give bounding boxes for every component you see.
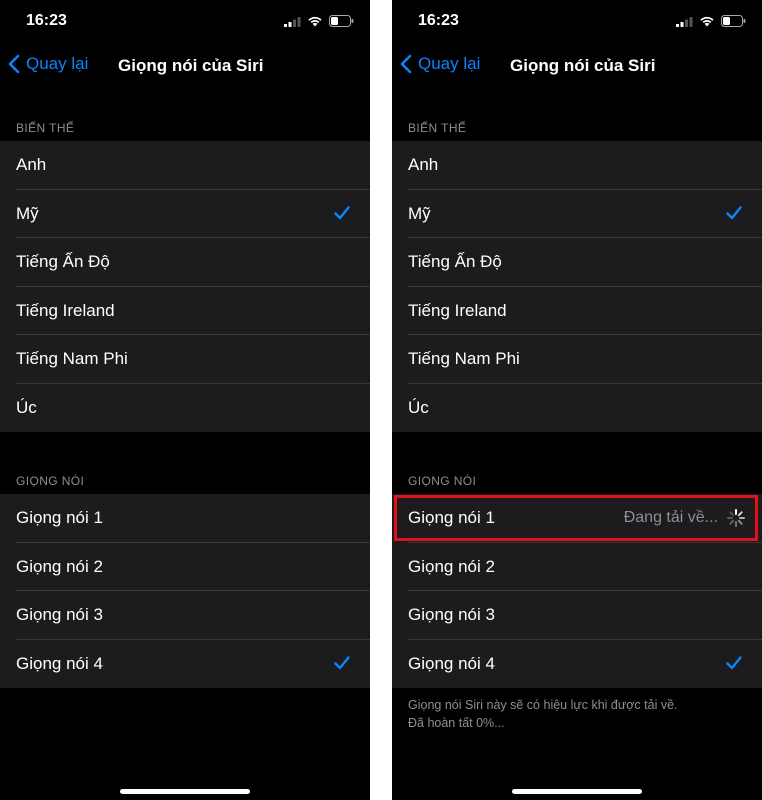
voice-label: Giọng nói 1 bbox=[16, 508, 103, 527]
variant-label: Tiếng Ireland bbox=[16, 300, 115, 320]
variant-label: Tiếng Ấn Độ bbox=[16, 252, 110, 271]
download-footer-note: Giọng nói Siri này sẽ có hiệu lực khi đư… bbox=[408, 696, 728, 732]
phone-screen-before: 16:23 Quay lại Giọng nói của Siri BIẾN T… bbox=[0, 0, 370, 800]
variant-row-my[interactable]: Mỹ bbox=[0, 190, 370, 238]
variant-row-uc[interactable]: Úc bbox=[0, 384, 370, 433]
variant-label: Úc bbox=[16, 397, 37, 417]
variant-row-my[interactable]: Mỹ bbox=[392, 190, 762, 238]
variant-row-nam-phi[interactable]: Tiếng Nam Phi bbox=[0, 335, 370, 384]
voice-row-2[interactable]: Giọng nói 2 bbox=[392, 543, 762, 591]
chevron-left-icon bbox=[400, 54, 412, 74]
variant-label: Anh bbox=[408, 155, 439, 174]
voice-row-2[interactable]: Giọng nói 2 bbox=[0, 543, 370, 591]
wifi-icon bbox=[308, 16, 322, 27]
variant-row-anh[interactable]: Anh bbox=[392, 141, 762, 190]
checkmark-icon bbox=[726, 655, 742, 669]
cellular-signal-icon bbox=[676, 16, 693, 27]
voice-row-3[interactable]: Giọng nói 3 bbox=[392, 591, 762, 640]
phone-screen-downloading: 16:23 Quay lại Giọng nói của Siri BIẾN T… bbox=[392, 0, 762, 800]
variant-label: Mỹ bbox=[408, 203, 431, 223]
variant-label: Tiếng Ireland bbox=[408, 300, 507, 320]
checkmark-icon bbox=[334, 205, 350, 219]
variant-row-nam-phi[interactable]: Tiếng Nam Phi bbox=[392, 335, 762, 384]
variant-label: Úc bbox=[408, 397, 429, 417]
variants-section-header: BIẾN THỂ bbox=[408, 121, 467, 135]
variant-label: Tiếng Ấn Độ bbox=[408, 252, 502, 271]
voice-label: Giọng nói 4 bbox=[16, 653, 103, 673]
variant-row-uc[interactable]: Úc bbox=[392, 384, 762, 433]
footer-note-line-2: Đã hoàn tất 0%... bbox=[408, 716, 505, 730]
navigation-bar: Quay lại Giọng nói của Siri bbox=[392, 44, 762, 88]
back-button-label: Quay lại bbox=[418, 54, 481, 73]
voices-list: Giọng nói 1 Giọng nói 2 Giọng nói 3 Giọn… bbox=[0, 494, 370, 688]
wifi-icon bbox=[700, 16, 714, 27]
footer-note-line-1: Giọng nói Siri này sẽ có hiệu lực khi đư… bbox=[408, 698, 678, 712]
back-button-label: Quay lại bbox=[26, 54, 89, 73]
variant-label: Tiếng Nam Phi bbox=[408, 349, 520, 368]
variant-row-an-do[interactable]: Tiếng Ấn Độ bbox=[392, 238, 762, 287]
cellular-signal-icon bbox=[284, 16, 301, 27]
back-button[interactable]: Quay lại bbox=[400, 54, 480, 74]
back-button[interactable]: Quay lại bbox=[8, 54, 88, 74]
chevron-left-icon bbox=[8, 54, 20, 74]
voice-label: Giọng nói 3 bbox=[16, 605, 103, 624]
page-title: Giọng nói của Siri bbox=[510, 56, 656, 75]
home-indicator[interactable] bbox=[512, 789, 642, 794]
checkmark-icon bbox=[334, 655, 350, 669]
voice-label: Giọng nói 4 bbox=[408, 653, 495, 673]
variant-label: Mỹ bbox=[16, 203, 39, 223]
variant-row-anh[interactable]: Anh bbox=[0, 141, 370, 190]
highlight-box bbox=[394, 495, 758, 541]
variant-label: Anh bbox=[16, 155, 47, 174]
home-indicator[interactable] bbox=[120, 789, 250, 794]
voice-row-1[interactable]: Giọng nói 1 bbox=[0, 494, 370, 543]
status-time: 16:23 bbox=[26, 12, 67, 29]
page-title: Giọng nói của Siri bbox=[118, 56, 264, 75]
variants-section-header: BIẾN THỂ bbox=[16, 121, 75, 135]
status-bar: 16:23 bbox=[0, 0, 370, 44]
battery-icon bbox=[329, 15, 354, 27]
battery-icon bbox=[721, 15, 746, 27]
variant-row-an-do[interactable]: Tiếng Ấn Độ bbox=[0, 238, 370, 287]
status-time: 16:23 bbox=[418, 12, 459, 29]
variants-list: Anh Mỹ Tiếng Ấn Độ Tiếng Ireland Tiếng N… bbox=[0, 141, 370, 432]
voice-label: Giọng nói 2 bbox=[16, 556, 103, 576]
checkmark-icon bbox=[726, 205, 742, 219]
voice-label: Giọng nói 3 bbox=[408, 605, 495, 624]
voice-row-4[interactable]: Giọng nói 4 bbox=[0, 640, 370, 689]
variant-row-ireland[interactable]: Tiếng Ireland bbox=[0, 287, 370, 335]
variant-label: Tiếng Nam Phi bbox=[16, 349, 128, 368]
voices-section-header: GIỌNG NÓI bbox=[408, 474, 477, 488]
variant-row-ireland[interactable]: Tiếng Ireland bbox=[392, 287, 762, 335]
status-bar: 16:23 bbox=[392, 0, 762, 44]
voice-label: Giọng nói 2 bbox=[408, 556, 495, 576]
voice-row-3[interactable]: Giọng nói 3 bbox=[0, 591, 370, 640]
navigation-bar: Quay lại Giọng nói của Siri bbox=[0, 44, 370, 88]
voices-section-header: GIỌNG NÓI bbox=[16, 474, 85, 488]
voice-row-4[interactable]: Giọng nói 4 bbox=[392, 640, 762, 689]
variants-list: Anh Mỹ Tiếng Ấn Độ Tiếng Ireland Tiếng N… bbox=[392, 141, 762, 432]
